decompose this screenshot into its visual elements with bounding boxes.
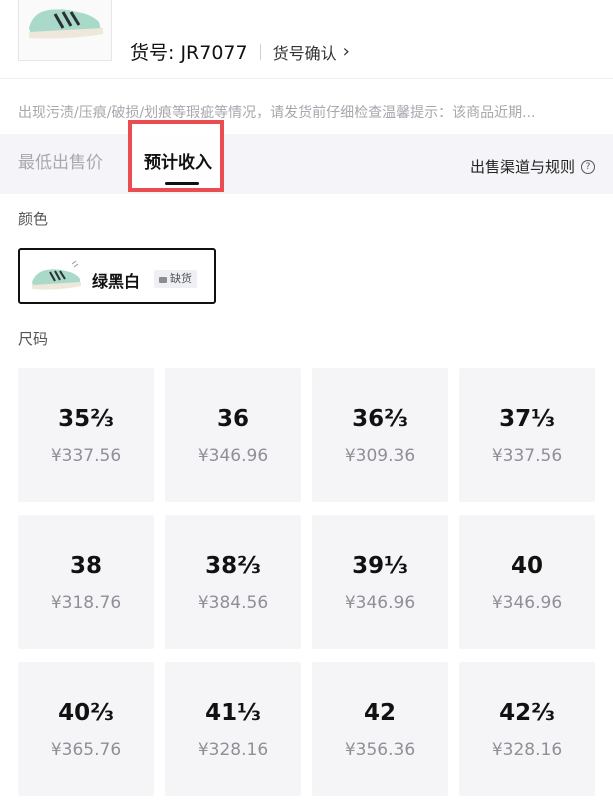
confirm-article-label: 货号确认 — [272, 43, 337, 63]
size-section-label: 尺码 — [18, 330, 49, 348]
size-value: 38 — [69, 553, 102, 579]
sneaker-image — [19, 0, 111, 60]
size-option[interactable]: 39⅓ ¥346.96 — [312, 515, 448, 649]
size-price: ¥384.56 — [197, 593, 269, 613]
size-price: ¥356.36 — [344, 740, 416, 760]
size-option[interactable]: 36⅔ ¥309.36 — [312, 368, 448, 502]
product-header: 货号: JR7077 货号确认 › — [0, 0, 613, 79]
size-option[interactable]: 37⅓ ¥337.56 — [459, 368, 595, 502]
size-value: 42 — [363, 700, 396, 726]
confirm-article-link[interactable]: 货号确认 › — [273, 40, 350, 64]
size-value: 40 — [510, 553, 543, 579]
size-price: ¥346.96 — [197, 446, 269, 466]
size-value: 37⅓ — [499, 406, 555, 432]
color-option-label: 绿黑白 — [92, 272, 141, 291]
tab-estimated-income[interactable]: 预计收入 — [144, 148, 212, 173]
size-price: ¥346.96 — [344, 593, 416, 613]
size-value: 41⅓ — [205, 700, 261, 726]
out-of-stock-badge: 缺货 — [154, 270, 197, 288]
size-value: 42⅔ — [499, 700, 555, 726]
size-price: ¥318.76 — [50, 593, 122, 613]
color-sneaker-image — [32, 260, 81, 290]
size-option[interactable]: 42⅔ ¥328.16 — [459, 662, 595, 796]
size-price: ¥328.16 — [491, 740, 563, 760]
size-value: 36 — [216, 406, 249, 432]
article-number: 货号: JR7077 — [130, 42, 248, 64]
notice-text: 出现污渍/压痕/破损/划痕等瑕疵等情况，请发货前仔细检查温馨提示：该商品近期..… — [18, 105, 536, 121]
size-price: ¥309.36 — [344, 446, 416, 466]
size-price: ¥365.76 — [50, 740, 122, 760]
color-section-label: 颜色 — [18, 210, 49, 228]
sales-rules-link[interactable]: 出售渠道与规则 ? — [470, 156, 595, 177]
chevron-right-icon: › — [342, 41, 350, 62]
question-circle-icon: ? — [581, 159, 595, 174]
size-option[interactable]: 35⅔ ¥337.56 — [18, 368, 154, 502]
active-tab-indicator — [165, 182, 199, 185]
size-option[interactable]: 36 ¥346.96 — [165, 368, 301, 502]
size-value: 35⅔ — [58, 406, 114, 432]
lock-icon — [159, 277, 167, 283]
size-option[interactable]: 38 ¥318.76 — [18, 515, 154, 649]
size-price: ¥337.56 — [50, 446, 122, 466]
size-value: 36⅔ — [352, 406, 408, 432]
size-option[interactable]: 40 ¥346.96 — [459, 515, 595, 649]
size-grid: 35⅔ ¥337.56 36 ¥346.96 36⅔ ¥309.36 37⅓ ¥… — [18, 368, 595, 796]
color-option-green-black-white[interactable]: 绿黑白 缺货 — [18, 248, 216, 304]
size-value: 38⅔ — [205, 553, 261, 579]
size-option[interactable]: 40⅔ ¥365.76 — [18, 662, 154, 796]
stock-status-text: 缺货 — [170, 272, 192, 285]
product-thumbnail — [18, 0, 112, 61]
sales-rules-label: 出售渠道与规则 — [469, 158, 575, 176]
size-option[interactable]: 41⅓ ¥328.16 — [165, 662, 301, 796]
divider — [259, 43, 261, 60]
size-value: 40⅔ — [58, 700, 114, 726]
tab-lowest-price[interactable]: 最低出售价 — [18, 148, 103, 173]
size-price: ¥346.96 — [491, 593, 563, 613]
size-price: ¥337.56 — [491, 446, 563, 466]
size-value: 39⅓ — [352, 553, 408, 579]
size-price: ¥328.16 — [197, 740, 269, 760]
price-tabs: 最低出售价 预计收入 出售渠道与规则 ? — [0, 120, 613, 194]
notice-banner: 出现污渍/压痕/破损/划痕等瑕疵等情况，请发货前仔细检查温馨提示：该商品近期..… — [0, 92, 613, 132]
size-option[interactable]: 38⅔ ¥384.56 — [165, 515, 301, 649]
size-option[interactable]: 42 ¥356.36 — [312, 662, 448, 796]
